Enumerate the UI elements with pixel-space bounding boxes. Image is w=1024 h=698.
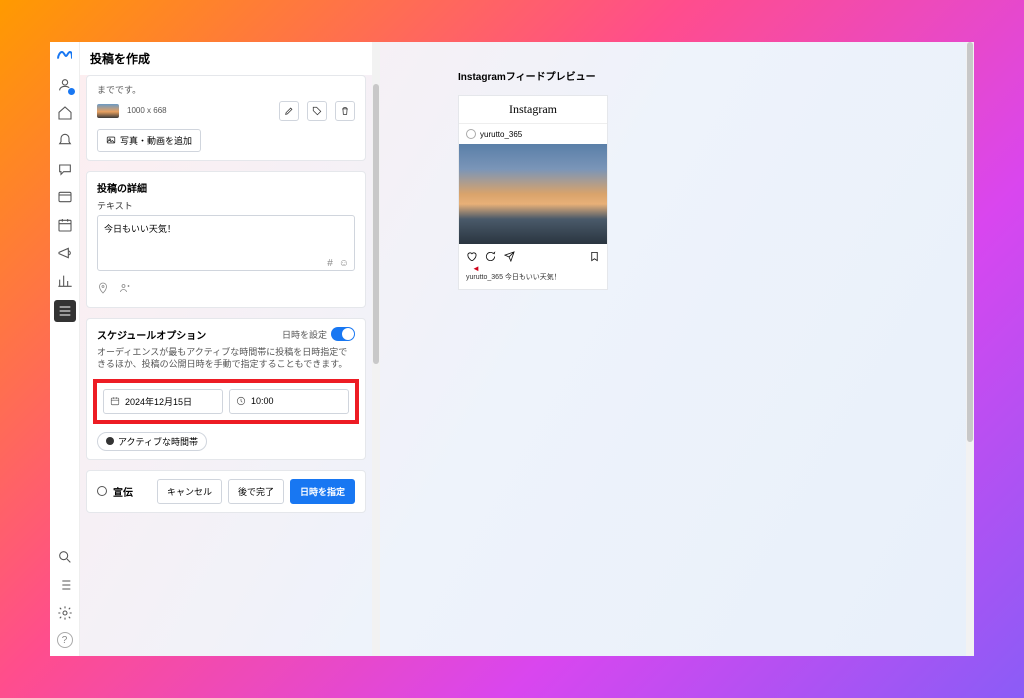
search-nav[interactable]: [56, 548, 74, 566]
delete-media-button[interactable]: [335, 101, 355, 121]
list-nav[interactable]: [56, 576, 74, 594]
preview-username: yurutto_365: [480, 130, 522, 139]
finish-later-button[interactable]: 後で完了: [228, 479, 284, 504]
schedule-toggle[interactable]: [331, 327, 355, 341]
cancel-button[interactable]: キャンセル: [157, 479, 222, 504]
hashtag-icon[interactable]: #: [327, 258, 333, 269]
share-icon: [504, 249, 515, 267]
schedule-heading: スケジュールオプション: [97, 327, 206, 342]
compose-scrollbar[interactable]: [372, 42, 380, 656]
compose-panel: 投稿を作成 までです。 1000 x 668: [80, 42, 372, 656]
tag-media-button[interactable]: [307, 101, 327, 121]
time-field[interactable]: 10:00: [229, 389, 349, 414]
media-card: までです。 1000 x 668 写真・動画を追加: [86, 75, 366, 161]
highlight-box: 2024年12月15日 10:00: [93, 379, 359, 424]
instagram-logo: Instagram: [459, 96, 607, 124]
schedule-desc: オーディエンスが最もアクティブな時間帯に投稿を日時指定できるほか、投稿の公開日時…: [97, 346, 355, 371]
insights-nav[interactable]: [56, 272, 74, 290]
all-tools-nav[interactable]: [54, 300, 76, 322]
details-heading: 投稿の詳細: [97, 180, 355, 195]
footer-bar: 宣伝 キャンセル 後で完了 日時を指定: [86, 470, 366, 513]
content-nav[interactable]: [56, 188, 74, 206]
promo-label: 宣伝: [113, 484, 133, 499]
panel-title: 投稿を作成: [80, 42, 372, 75]
preview-caption: yurutto_365 今日もいい天気！: [459, 272, 607, 289]
settings-nav[interactable]: [56, 604, 74, 622]
instagram-preview-card: Instagram yurutto_365: [458, 95, 608, 290]
bookmark-icon: [589, 249, 600, 266]
main-scrollbar[interactable]: [966, 42, 974, 656]
notifications-nav[interactable]: [56, 132, 74, 150]
account-switcher[interactable]: [56, 76, 74, 94]
inbox-nav[interactable]: [56, 160, 74, 178]
meta-logo[interactable]: [56, 48, 74, 66]
post-details-card: 投稿の詳細 テキスト # ☺: [86, 171, 366, 308]
emoji-icon[interactable]: ☺: [339, 258, 349, 269]
left-sidebar: ?: [50, 42, 80, 656]
ads-nav[interactable]: [56, 244, 74, 262]
schedule-card: スケジュールオプション 日時を設定 オーディエンスが最もアクティブな時間帯に投稿…: [86, 318, 366, 460]
annotation-mark: ◄: [472, 264, 480, 273]
text-label: テキスト: [97, 199, 355, 212]
preview-user-row: yurutto_365: [459, 124, 607, 144]
preview-heading: Instagramフィードプレビュー: [458, 68, 966, 83]
date-field[interactable]: 2024年12月15日: [103, 389, 223, 414]
toggle-label: 日時を設定: [282, 328, 327, 341]
avatar: [466, 129, 476, 139]
media-thumbnail[interactable]: [97, 104, 119, 118]
planner-nav[interactable]: [56, 216, 74, 234]
comment-icon: [485, 249, 496, 267]
location-icon[interactable]: [97, 281, 109, 299]
preview-pane: Instagramフィードプレビュー Instagram yurutto_365: [380, 42, 966, 656]
media-hint-cut: までです。: [97, 84, 355, 97]
active-times-chip[interactable]: アクティブな時間帯: [97, 432, 207, 451]
home-nav[interactable]: [56, 104, 74, 122]
promo-radio[interactable]: [97, 486, 107, 496]
edit-media-button[interactable]: [279, 101, 299, 121]
media-dimensions: 1000 x 668: [127, 106, 167, 115]
schedule-button[interactable]: 日時を指定: [290, 479, 355, 504]
preview-image: [459, 144, 607, 244]
add-media-button[interactable]: 写真・動画を追加: [97, 129, 201, 152]
help-nav[interactable]: ?: [57, 632, 73, 648]
collab-icon[interactable]: [119, 281, 131, 299]
